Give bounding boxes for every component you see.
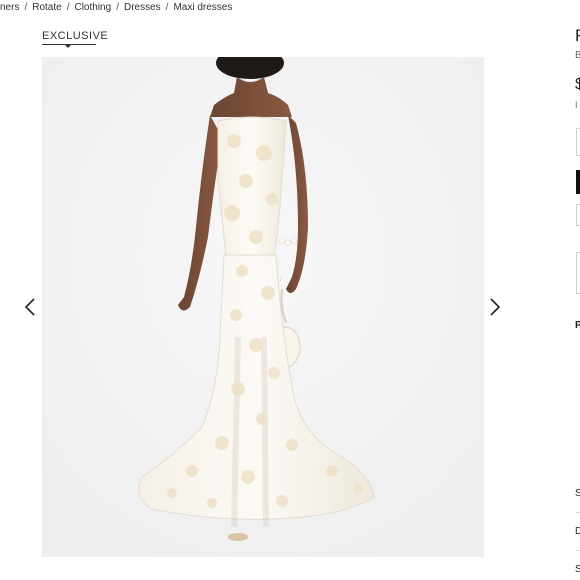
- breadcrumb-separator: /: [165, 1, 169, 13]
- section-link-s[interactable]: S: [575, 488, 580, 499]
- section-link-d[interactable]: D: [575, 526, 580, 537]
- breadcrumb-separator: /: [116, 1, 119, 13]
- section-heading-p: P: [575, 320, 580, 331]
- add-to-bag-button[interactable]: [576, 170, 580, 194]
- breadcrumb-separator: /: [66, 1, 70, 13]
- gallery-prev-button[interactable]: [20, 296, 40, 318]
- price-fragment: $: [575, 76, 580, 93]
- breadcrumb-item-clothing[interactable]: Clothing: [74, 2, 111, 13]
- installment-note-fragment: I: [575, 100, 578, 110]
- divider: [576, 550, 580, 551]
- breadcrumb-separator: /: [24, 1, 28, 13]
- size-select[interactable]: [576, 128, 580, 156]
- brand-fragment: B: [575, 50, 580, 61]
- chevron-left-icon: [24, 298, 35, 316]
- breadcrumb-item-maxi-dresses[interactable]: Maxi dresses: [173, 2, 232, 13]
- delivery-info-box: [576, 252, 580, 294]
- breadcrumb: ners / Rotate / Clothing / Dresses / Max…: [0, 0, 232, 14]
- wishlist-button[interactable]: [576, 204, 580, 226]
- gallery-next-button[interactable]: [485, 296, 505, 318]
- exclusive-badge-label: EXCLUSIVE: [42, 30, 109, 42]
- divider: [576, 512, 580, 513]
- dress-photo: [42, 57, 484, 557]
- product-title-fragment: R: [575, 26, 580, 46]
- section-link-s2[interactable]: S: [575, 564, 580, 575]
- chevron-right-icon: [490, 298, 501, 316]
- breadcrumb-item-designers[interactable]: ners: [0, 2, 19, 13]
- product-image[interactable]: [42, 57, 484, 557]
- exclusive-badge: EXCLUSIVE: [42, 30, 109, 48]
- breadcrumb-item-dresses[interactable]: Dresses: [124, 2, 161, 13]
- product-details-panel: R B $ I P S D S: [573, 0, 580, 580]
- breadcrumb-item-brand[interactable]: Rotate: [32, 2, 61, 13]
- badge-underline: [42, 44, 96, 48]
